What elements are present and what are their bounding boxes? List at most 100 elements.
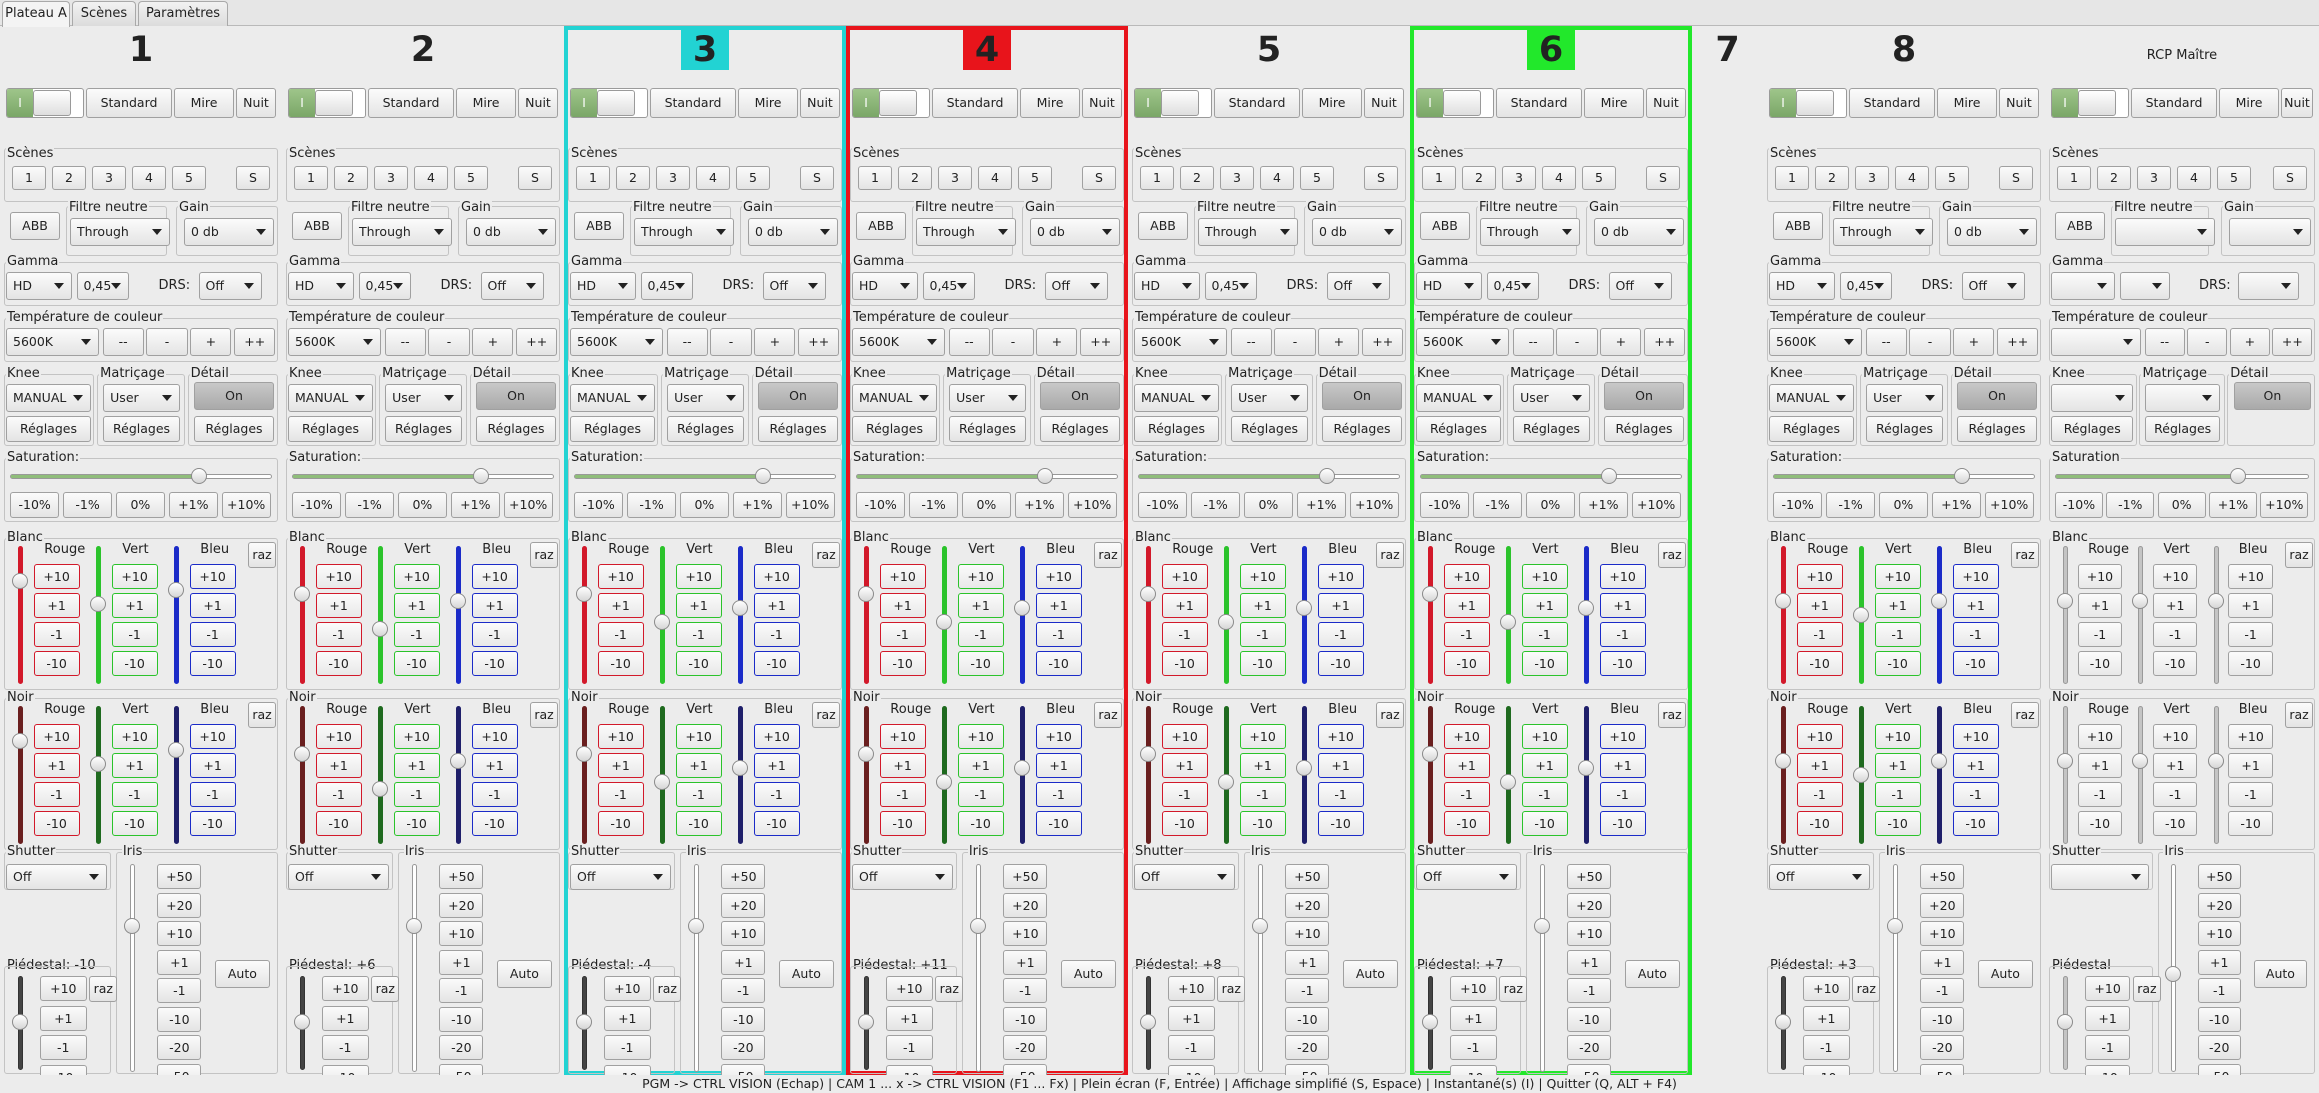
pedestal-button-2[interactable]: -1 (1803, 1035, 1850, 1060)
iris-button-6[interactable]: -20 (157, 1035, 202, 1060)
noir-vert-slider-knob[interactable] (1853, 767, 1869, 783)
pedestal-button-2[interactable]: -1 (886, 1035, 933, 1060)
mode-standard-button[interactable]: Standard (368, 88, 454, 118)
gamma-value-combo[interactable]: 0,45 (1486, 272, 1539, 300)
noir-rouge-slider[interactable] (1781, 706, 1786, 844)
noir-vert-button-1[interactable]: +1 (2153, 753, 2198, 778)
temp-button-1[interactable]: - (428, 328, 470, 356)
iris-auto-button[interactable]: Auto (214, 960, 270, 988)
scene-button-4[interactable]: 4 (2177, 166, 2211, 190)
noir-bleu-button-1[interactable]: +1 (1952, 753, 1999, 778)
iris-button-1[interactable]: +20 (721, 892, 766, 918)
detail-on-button[interactable]: On (476, 382, 556, 410)
gamma-value-combo[interactable]: 0,45 (1839, 272, 1892, 300)
saturation-button-2[interactable]: 0% (397, 492, 448, 518)
noir-vert-button-1[interactable]: +1 (1521, 753, 1568, 778)
blanc-raz-button[interactable]: raz (2011, 542, 2039, 568)
mode-mire-button[interactable]: Mire (738, 88, 798, 118)
matricage-combo[interactable]: User (1231, 384, 1308, 412)
tab-param-tres[interactable]: Paramètres (138, 1, 228, 26)
noir-vert-button-2[interactable]: -1 (393, 782, 440, 807)
noir-rouge-button-1[interactable]: +1 (1161, 753, 1208, 778)
blanc-rouge-button-3[interactable]: -10 (879, 651, 926, 676)
scene-store-button[interactable]: S (1999, 166, 2033, 190)
mode-nuit-button[interactable]: Nuit (1646, 88, 1686, 118)
noir-bleu-slider[interactable] (1937, 706, 1942, 844)
temp-button-0[interactable]: -- (1512, 328, 1554, 356)
shutter-combo[interactable]: Off (1416, 864, 1518, 890)
noir-vert-button-3[interactable]: -10 (957, 811, 1004, 836)
scene-store-button[interactable]: S (518, 166, 552, 190)
abb-button[interactable]: ABB (574, 212, 624, 240)
noir-vert-button-0[interactable]: +10 (2153, 724, 2198, 749)
pedestal-button-0[interactable]: +10 (1803, 976, 1850, 1001)
mode-mire-button[interactable]: Mire (1584, 88, 1644, 118)
noir-rouge-button-3[interactable]: -10 (879, 811, 926, 836)
mode-nuit-button[interactable]: Nuit (1999, 88, 2039, 118)
iris-auto-button[interactable]: Auto (1342, 960, 1398, 988)
blanc-raz-button[interactable]: raz (530, 542, 558, 568)
gamma-value-combo[interactable]: 0,45 (1204, 272, 1257, 300)
noir-vert-button-2[interactable]: -1 (957, 782, 1004, 807)
noir-rouge-button-3[interactable]: -10 (597, 811, 644, 836)
abb-button[interactable]: ABB (2055, 212, 2105, 240)
blanc-bleu-button-0[interactable]: +10 (471, 564, 518, 589)
scene-button-3[interactable]: 3 (92, 166, 126, 190)
iris-button-4[interactable]: -1 (1285, 978, 1330, 1003)
scene-button-1[interactable]: 1 (576, 166, 610, 190)
gain-combo[interactable]: 0 db (466, 218, 556, 246)
detail-on-button[interactable]: On (1040, 382, 1120, 410)
scene-button-2[interactable]: 2 (334, 166, 368, 190)
saturation-button-1[interactable]: -1% (626, 492, 677, 518)
pedestal-button-2[interactable]: -1 (1450, 1035, 1497, 1060)
drs-combo[interactable]: Off (1326, 272, 1390, 300)
pedestal-button-2[interactable]: -1 (2085, 1035, 2131, 1060)
noir-raz-button[interactable]: raz (812, 702, 840, 728)
gamma-combo[interactable]: HD (852, 272, 918, 300)
detail-reglages-button[interactable]: Réglages (1957, 416, 2037, 442)
scene-button-4[interactable]: 4 (1895, 166, 1929, 190)
blanc-rouge-button-2[interactable]: -1 (2077, 622, 2123, 647)
scene-button-2[interactable]: 2 (616, 166, 650, 190)
detail-reglages-button[interactable]: Réglages (476, 416, 556, 442)
pedestal-raz-button[interactable]: raz (89, 976, 118, 1002)
blanc-bleu-button-3[interactable]: -10 (2228, 651, 2273, 676)
matricage-reglages-button[interactable]: Réglages (1231, 416, 1308, 442)
pedestal-button-2[interactable]: -1 (604, 1035, 651, 1060)
temp-button-2[interactable]: + (1036, 328, 1078, 356)
noir-bleu-button-3[interactable]: -10 (189, 811, 236, 836)
gamma-combo[interactable]: HD (288, 272, 354, 300)
mode-mire-button[interactable]: Mire (174, 88, 234, 118)
blanc-bleu-button-3[interactable]: -10 (1952, 651, 1999, 676)
iris-button-1[interactable]: +20 (2197, 892, 2241, 918)
blanc-rouge-button-1[interactable]: +1 (315, 593, 362, 618)
matricage-combo[interactable]: User (1513, 384, 1590, 412)
temp-button-3[interactable]: ++ (1997, 328, 2039, 356)
abb-button[interactable]: ABB (1773, 212, 1823, 240)
mode-standard-button[interactable]: Standard (650, 88, 736, 118)
noir-vert-button-3[interactable]: -10 (111, 811, 158, 836)
saturation-button-2[interactable]: 0% (679, 492, 730, 518)
blanc-rouge-button-1[interactable]: +1 (597, 593, 644, 618)
gain-combo[interactable]: 0 db (748, 218, 838, 246)
saturation-button-0[interactable]: -10% (292, 492, 342, 518)
noir-bleu-button-0[interactable]: +10 (471, 724, 518, 749)
scene-button-4[interactable]: 4 (1542, 166, 1576, 190)
noir-vert-button-2[interactable]: -1 (1874, 782, 1921, 807)
noir-vert-button-3[interactable]: -10 (1239, 811, 1286, 836)
blanc-vert-button-3[interactable]: -10 (675, 651, 722, 676)
blanc-vert-button-3[interactable]: -10 (111, 651, 158, 676)
mode-nuit-button[interactable]: Nuit (1364, 88, 1404, 118)
detail-on-button[interactable]: On (1322, 382, 1402, 410)
noir-bleu-button-2[interactable]: -1 (471, 782, 518, 807)
detail-reglages-button[interactable]: Réglages (1604, 416, 1684, 442)
saturation-button-2[interactable]: 0% (2157, 492, 2206, 518)
noir-rouge-button-3[interactable]: -10 (1796, 811, 1843, 836)
noir-bleu-button-0[interactable]: +10 (1952, 724, 1999, 749)
blanc-rouge-button-1[interactable]: +1 (1796, 593, 1843, 618)
noir-vert-button-3[interactable]: -10 (1521, 811, 1568, 836)
blanc-rouge-button-3[interactable]: -10 (1443, 651, 1490, 676)
pedestal-button-0[interactable]: +10 (1168, 976, 1215, 1001)
power-toggle[interactable]: I (852, 88, 930, 118)
blanc-bleu-button-3[interactable]: -10 (189, 651, 236, 676)
